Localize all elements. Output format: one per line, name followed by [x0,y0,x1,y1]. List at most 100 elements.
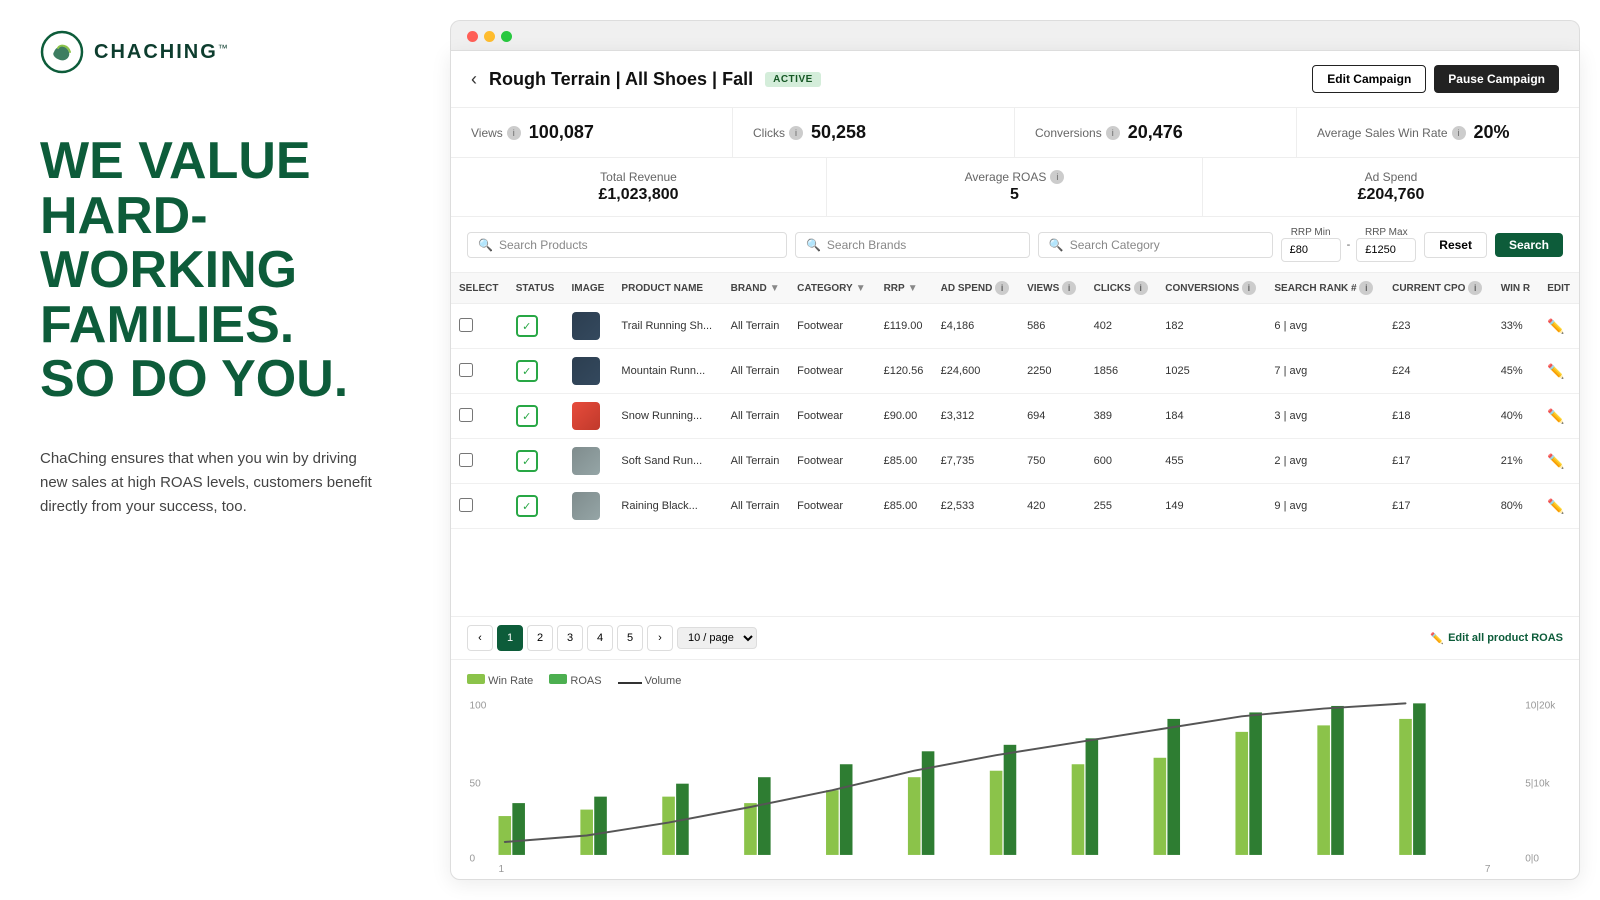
next-page-button[interactable]: › [647,625,673,651]
edit-row-button-2[interactable]: ✏️ [1547,408,1564,425]
search-products-placeholder: Search Products [499,238,588,252]
browser-dot-red[interactable] [467,31,478,42]
header-right: Edit Campaign Pause Campaign [1312,65,1559,93]
chart-legend: Win Rate ROAS Volume [467,674,1563,687]
th-conversions[interactable]: CONVERSIONS i [1157,273,1266,304]
th-views[interactable]: VIEWS i [1019,273,1086,304]
roas-info-icon[interactable]: i [1050,170,1064,184]
legend-volume: Volume [618,675,682,687]
edit-row-button-3[interactable]: ✏️ [1547,453,1564,470]
th-category[interactable]: CATEGORY ▼ [789,273,875,304]
cell-clicks-0: 402 [1086,304,1158,349]
prev-page-button[interactable]: ‹ [467,625,493,651]
status-check-0: ✓ [516,315,538,337]
product-img-1 [572,357,600,385]
edit-row-button-0[interactable]: ✏️ [1547,318,1564,335]
revenue-bar: Total Revenue £1,023,800 Average ROAS i … [451,158,1579,217]
cell-status-0: ✓ [508,304,564,349]
page-2-button[interactable]: 2 [527,625,553,651]
cell-category-0: Footwear [789,304,875,349]
per-page-select[interactable]: 10 / page 20 / page 50 / page [677,627,757,649]
search-button[interactable]: Search [1495,233,1563,257]
ad-spend-value: £204,760 [1223,186,1559,204]
edit-all-button[interactable]: ✏️ Edit all product ROAS [1430,632,1563,645]
bar-win-1 [498,816,511,855]
reset-button[interactable]: Reset [1424,232,1487,258]
edit-row-button-1[interactable]: ✏️ [1547,363,1564,380]
browser-dot-green[interactable] [501,31,512,42]
svg-text:5|10k: 5|10k [1525,778,1550,789]
th-clicks[interactable]: CLICKS i [1086,273,1158,304]
trend-line [505,703,1406,842]
rank-th-info-icon[interactable]: i [1359,281,1373,295]
th-rrp[interactable]: RRP ▼ [876,273,933,304]
edit-row-button-4[interactable]: ✏️ [1547,498,1564,515]
cell-clicks-4: 255 [1086,484,1158,529]
row-checkbox-3[interactable] [459,453,473,467]
clicks-info-icon[interactable]: i [789,126,803,140]
conversions-info-icon[interactable]: i [1106,126,1120,140]
search-category-box[interactable]: 🔍 Search Category [1038,232,1273,258]
bar-win-11 [1317,725,1330,855]
status-check-4: ✓ [516,495,538,517]
th-ad-spend[interactable]: AD SPEND i [933,273,1019,304]
ad-spend-th-info-icon[interactable]: i [995,281,1009,295]
page-5-button[interactable]: 5 [617,625,643,651]
views-th-info-icon[interactable]: i [1062,281,1076,295]
cell-views-4: 420 [1019,484,1086,529]
edit-campaign-button[interactable]: Edit Campaign [1312,65,1426,93]
chart-svg: 100 50 0 10|20k 5|10k 0|0 1 April 7 Apri… [467,693,1563,874]
page-4-button[interactable]: 4 [587,625,613,651]
cell-status-1: ✓ [508,349,564,394]
clicks-th-info-icon[interactable]: i [1134,281,1148,295]
browser-dot-yellow[interactable] [484,31,495,42]
stat-views-value: 100,087 [529,122,594,143]
back-button[interactable]: ‹ [471,69,477,90]
cell-clicks-2: 389 [1086,394,1158,439]
th-current-cpo[interactable]: CURRENT CPO i [1384,273,1493,304]
cell-image-2 [564,394,614,439]
stat-conversions-value: 20,476 [1128,122,1183,143]
cell-edit-0: ✏️ [1539,304,1579,349]
cell-brand-0: All Terrain [723,304,790,349]
bar-roas-5 [840,764,853,855]
cell-image-0 [564,304,614,349]
cell-rrp-1: £120.56 [876,349,933,394]
rrp-max-input[interactable] [1356,238,1416,262]
th-status: STATUS [508,273,564,304]
th-brand[interactable]: BRAND ▼ [723,273,790,304]
search-products-box[interactable]: 🔍 Search Products [467,232,787,258]
row-checkbox-4[interactable] [459,498,473,512]
win-rate-info-icon[interactable]: i [1452,126,1466,140]
rrp-min-input[interactable] [1281,238,1341,262]
th-search-rank[interactable]: SEARCH RANK # i [1266,273,1384,304]
table-row: ✓ Mountain Runn... All Terrain Footwear … [451,349,1579,394]
svg-text:7: 7 [1485,864,1491,875]
page-1-button[interactable]: 1 [497,625,523,651]
brand-filter-icon[interactable]: ▼ [770,283,780,294]
cell-cpo-0: £23 [1384,304,1493,349]
cell-cpo-1: £24 [1384,349,1493,394]
cell-edit-1: ✏️ [1539,349,1579,394]
page-3-button[interactable]: 3 [557,625,583,651]
legend-win-rate: Win Rate [467,674,533,687]
bar-roas-12 [1413,703,1426,855]
cell-win-rate-2: 40% [1493,394,1540,439]
ad-spend-item: Ad Spend £204,760 [1203,158,1579,216]
category-filter-icon[interactable]: ▼ [856,283,866,294]
row-checkbox-1[interactable] [459,363,473,377]
conv-th-info-icon[interactable]: i [1242,281,1256,295]
bar-win-8 [1072,764,1085,855]
views-info-icon[interactable]: i [507,126,521,140]
th-product-name[interactable]: PRODUCT NAME [613,273,722,304]
stat-clicks: Clicks i 50,258 [733,108,1015,157]
rrp-filter-icon[interactable]: ▼ [908,283,918,294]
search-brands-box[interactable]: 🔍 Search Brands [795,232,1030,258]
pause-campaign-button[interactable]: Pause Campaign [1434,65,1559,93]
cell-rrp-3: £85.00 [876,439,933,484]
cpo-th-info-icon[interactable]: i [1468,281,1482,295]
app-content: ‹ Rough Terrain | All Shoes | Fall ACTIV… [450,50,1580,880]
row-checkbox-0[interactable] [459,318,473,332]
row-checkbox-2[interactable] [459,408,473,422]
th-edit: EDIT [1539,273,1579,304]
